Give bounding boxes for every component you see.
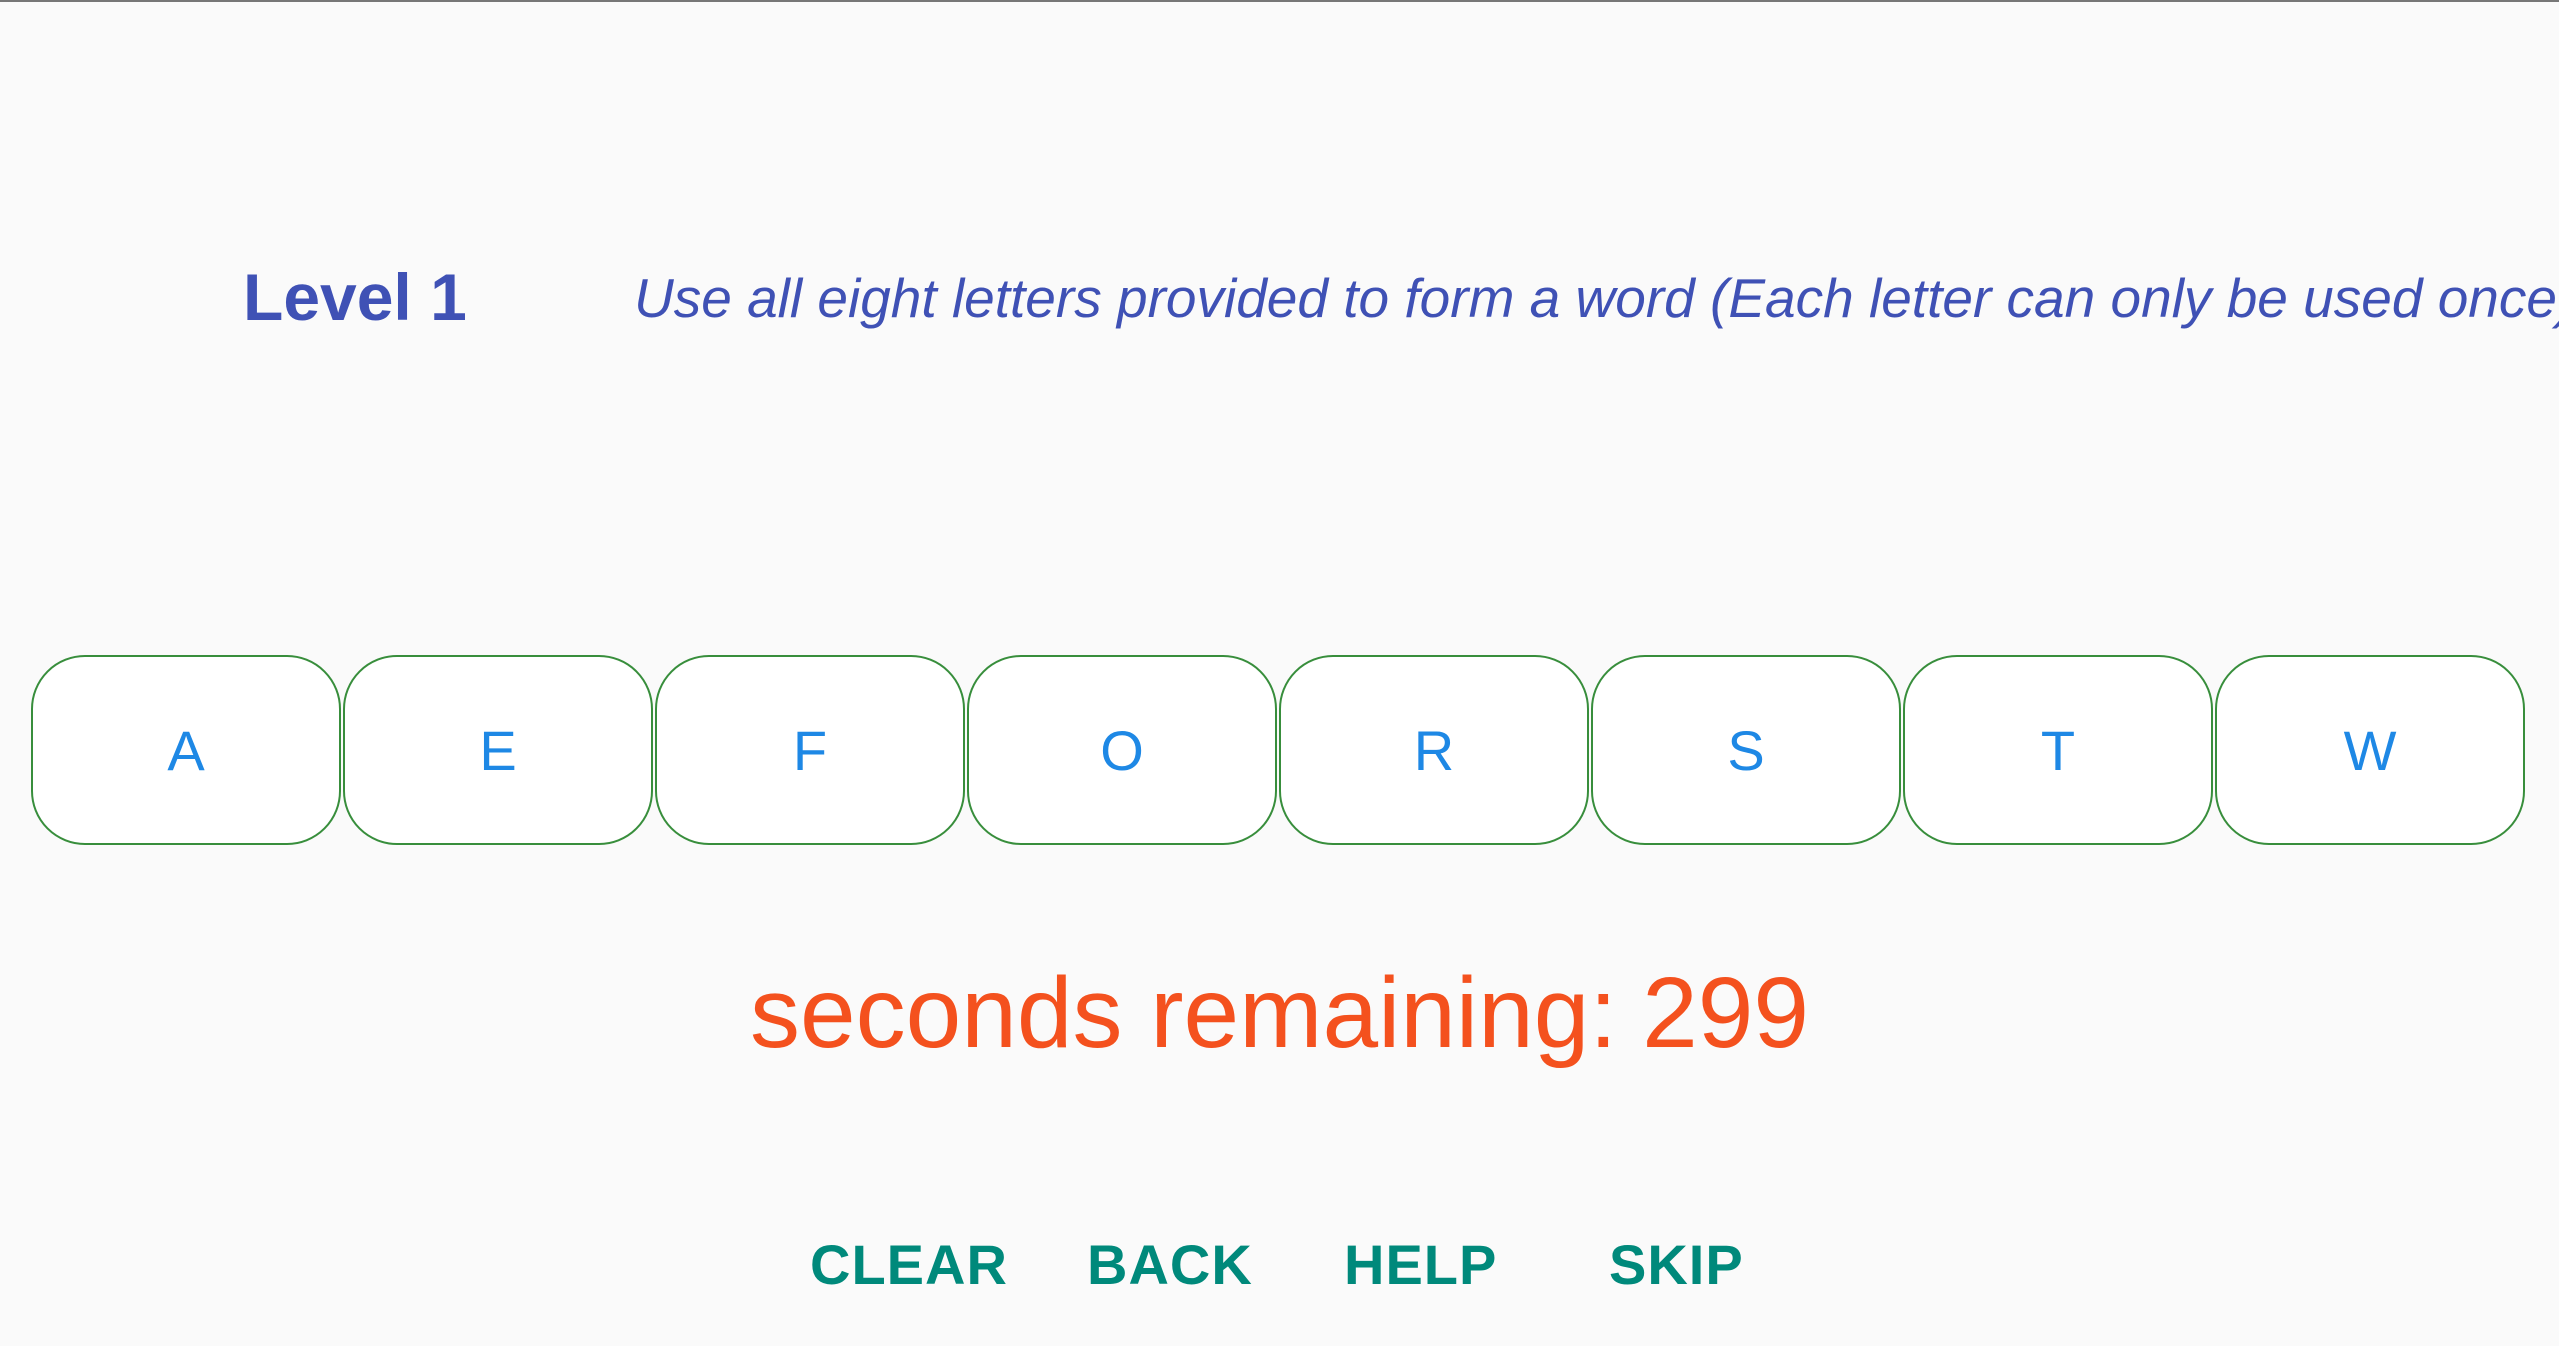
letter-tile[interactable]: T — [1903, 655, 2213, 845]
letter-tile[interactable]: E — [343, 655, 653, 845]
letter-tile[interactable]: R — [1279, 655, 1589, 845]
clear-button[interactable]: CLEAR — [810, 1225, 1008, 1305]
letter-tile[interactable]: F — [655, 655, 965, 845]
level-title: Level 1 — [243, 260, 467, 334]
help-button[interactable]: HELP — [1344, 1225, 1497, 1305]
action-bar: CLEAR BACK HELP SKIP — [0, 1225, 2559, 1305]
skip-button[interactable]: SKIP — [1609, 1225, 1744, 1305]
instructions-text: Use all eight letters provided to form a… — [634, 267, 2559, 329]
letter-tile[interactable]: A — [31, 655, 341, 845]
timer-seconds: 299 — [1642, 957, 1809, 1069]
letter-tile[interactable]: S — [1591, 655, 1901, 845]
top-divider — [0, 0, 2559, 2]
letter-tile[interactable]: O — [967, 655, 1277, 845]
countdown-timer: seconds remaining: 299 — [0, 958, 2559, 1068]
timer-label: seconds remaining: — [750, 957, 1618, 1069]
letter-tile[interactable]: W — [2215, 655, 2525, 845]
back-button[interactable]: BACK — [1087, 1225, 1253, 1305]
